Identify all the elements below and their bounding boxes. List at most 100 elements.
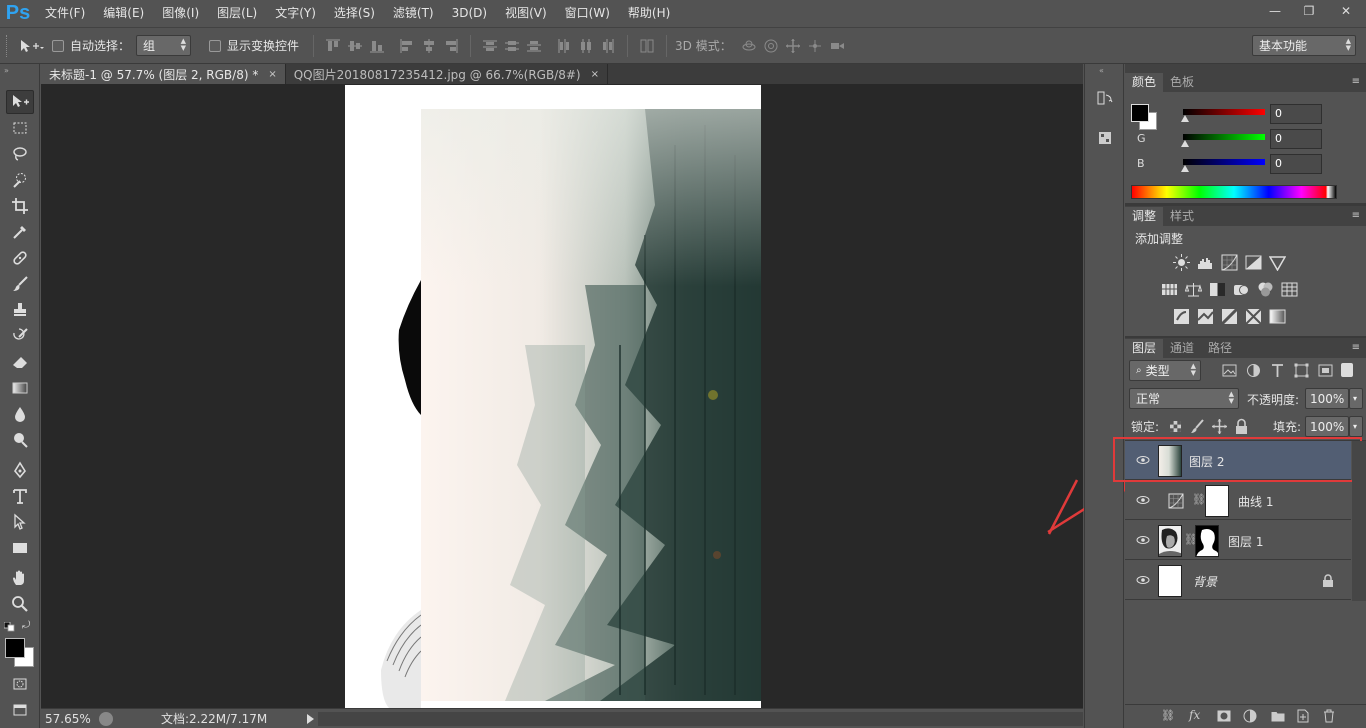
red-slider-knob[interactable] (1181, 115, 1189, 122)
distribute-right-icon[interactable] (597, 35, 619, 57)
distribute-left-icon[interactable] (553, 35, 575, 57)
horizontal-scrollbar[interactable] (318, 711, 1083, 726)
align-hcenter-icon[interactable] (418, 35, 440, 57)
link-icon[interactable]: ⛓ (1192, 493, 1206, 506)
auto-align-icon[interactable] (636, 35, 658, 57)
threshold-icon[interactable] (1219, 306, 1239, 326)
tab-swatches[interactable]: 色板 (1163, 73, 1201, 92)
brightness-icon[interactable] (1171, 252, 1191, 272)
green-slider-knob[interactable] (1181, 140, 1189, 147)
path-selection-tool-icon[interactable] (6, 510, 34, 534)
menu-edit[interactable]: 编辑(E) (94, 0, 153, 27)
color-balance-icon[interactable] (1183, 279, 1203, 299)
collapse-strip-icon[interactable]: « (1099, 66, 1104, 75)
default-colors-icon[interactable] (3, 621, 16, 632)
menu-filter[interactable]: 滤镜(T) (384, 0, 443, 27)
align-bottom-icon[interactable] (366, 35, 388, 57)
menu-type[interactable]: 文字(Y) (266, 0, 325, 27)
align-left-icon[interactable] (396, 35, 418, 57)
show-transform-checkbox[interactable] (209, 39, 222, 52)
status-menu-arrow-icon[interactable] (307, 713, 315, 724)
menu-window[interactable]: 窗口(W) (556, 0, 619, 27)
black-white-icon[interactable] (1207, 279, 1227, 299)
distribute-vcenter-icon[interactable] (501, 35, 523, 57)
curves-icon[interactable] (1219, 252, 1239, 272)
properties-panel-icon[interactable] (1093, 126, 1117, 150)
tab-styles[interactable]: 样式 (1163, 207, 1201, 226)
zoom-level[interactable]: 57.65% (45, 712, 93, 726)
status-info-icon[interactable] (99, 711, 113, 726)
auto-select-checkbox[interactable] (52, 39, 64, 52)
tab-channels[interactable]: 通道 (1163, 339, 1201, 358)
zoom-tool-icon[interactable] (6, 592, 34, 616)
blur-tool-icon[interactable] (6, 402, 34, 426)
panel-menu-icon[interactable]: ≡ (1352, 342, 1360, 353)
filter-pixel-icon[interactable] (1219, 360, 1239, 380)
menu-view[interactable]: 视图(V) (496, 0, 556, 27)
foreground-color-swatch[interactable] (5, 638, 25, 658)
3d-roll-icon[interactable] (760, 35, 782, 57)
layer-name[interactable]: 背景 (1193, 573, 1217, 590)
menu-layer[interactable]: 图层(L) (208, 0, 266, 27)
distribute-bottom-icon[interactable] (523, 35, 545, 57)
3d-scale-icon[interactable] (826, 35, 848, 57)
tab-untitled-1[interactable]: 未标题-1 @ 57.7% (图层 2, RGB/8) * × (41, 64, 286, 84)
restore-button[interactable]: ❐ (1292, 0, 1326, 22)
selective-color-icon[interactable] (1243, 306, 1263, 326)
red-slider-track[interactable] (1183, 109, 1265, 115)
eraser-tool-icon[interactable] (6, 350, 34, 374)
menu-file[interactable]: 文件(F) (36, 0, 94, 27)
layer-mask-thumbnail[interactable] (1205, 485, 1229, 517)
brush-tool-icon[interactable] (6, 272, 34, 296)
blend-mode-dropdown[interactable]: 正常 ▲ ▼ (1129, 388, 1239, 409)
close-tab-icon[interactable]: × (591, 69, 599, 80)
lock-all-icon[interactable] (1231, 416, 1251, 436)
lasso-tool-icon[interactable] (6, 142, 34, 166)
eyedropper-tool-icon[interactable] (6, 220, 34, 244)
document-canvas[interactable] (345, 85, 761, 708)
swap-colors-icon[interactable]: ⤾ (22, 620, 30, 631)
vibrance-icon[interactable] (1267, 252, 1287, 272)
blue-slider-track[interactable] (1183, 159, 1265, 165)
healing-brush-tool-icon[interactable] (6, 246, 34, 270)
new-adjustment-layer-icon[interactable] (1243, 709, 1257, 723)
distribute-hcenter-icon[interactable] (575, 35, 597, 57)
visibility-eye-icon[interactable] (1135, 573, 1151, 587)
move-tool-icon[interactable] (6, 90, 34, 114)
tab-color[interactable]: 颜色 (1125, 73, 1164, 92)
gradient-tool-icon[interactable] (6, 376, 34, 400)
layer-name[interactable]: 图层 1 (1228, 533, 1263, 550)
pen-tool-icon[interactable] (6, 458, 34, 482)
panel-menu-icon[interactable]: ≡ (1352, 210, 1360, 221)
panel-menu-icon[interactable]: ≡ (1352, 76, 1360, 87)
color-spectrum-bar[interactable] (1131, 185, 1337, 199)
crop-tool-icon[interactable] (6, 194, 34, 218)
layer-mask-thumbnail[interactable] (1195, 525, 1219, 557)
tab-qq-image[interactable]: QQ图片20180817235412.jpg @ 66.7%(RGB/8#) × (286, 64, 609, 84)
levels-icon[interactable] (1195, 252, 1215, 272)
layer-row-layer-1[interactable]: ⛓ 图层 1 (1125, 521, 1351, 560)
green-slider-track[interactable] (1183, 134, 1265, 140)
hue-saturation-icon[interactable] (1159, 279, 1179, 299)
link-layers-icon[interactable]: ⛓ (1161, 709, 1175, 722)
canvas-area[interactable] (41, 84, 1083, 708)
move-tool-preset-icon[interactable] (10, 33, 52, 59)
menu-help[interactable]: 帮助(H) (619, 0, 679, 27)
menu-image[interactable]: 图像(I) (153, 0, 208, 27)
opacity-slider-toggle[interactable]: ▾ (1349, 388, 1363, 409)
filter-shape-icon[interactable] (1291, 360, 1311, 380)
marquee-tool-icon[interactable] (6, 116, 34, 140)
new-group-icon[interactable] (1271, 710, 1285, 722)
opacity-input[interactable]: 100% (1305, 388, 1349, 409)
menu-select[interactable]: 选择(S) (325, 0, 384, 27)
align-top-icon[interactable] (322, 35, 344, 57)
filter-smart-object-icon[interactable] (1315, 360, 1335, 380)
layer-row-background[interactable]: 背景 (1125, 561, 1351, 600)
filter-adjustment-icon[interactable] (1243, 360, 1263, 380)
green-value-input[interactable]: 0 (1270, 129, 1322, 149)
type-tool-icon[interactable] (6, 484, 34, 508)
clone-stamp-tool-icon[interactable] (6, 298, 34, 322)
close-button[interactable]: ✕ (1326, 0, 1366, 22)
history-panel-icon[interactable] (1093, 86, 1117, 110)
menu-3d[interactable]: 3D(D) (443, 0, 496, 27)
